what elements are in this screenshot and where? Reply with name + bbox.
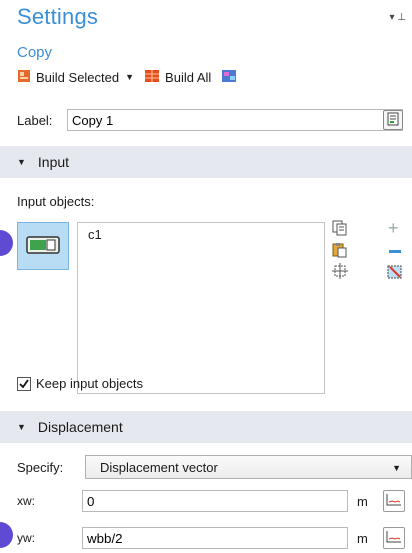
remove-icon[interactable] [389,250,401,253]
yw-label: yw: [17,531,35,545]
panel-title: Settings [17,4,99,29]
paste-selection-icon[interactable] [331,242,349,261]
yw-field[interactable] [82,527,348,549]
add-icon[interactable]: + [388,219,399,237]
input-section-title: Input [37,154,70,170]
yw-plot-button[interactable] [383,527,405,549]
label-field[interactable] [67,109,403,131]
input-objects-list[interactable]: c1 [77,222,325,394]
copy-selection-icon[interactable] [331,220,349,239]
document-icon [386,112,400,129]
build-all-label: Build All [165,69,212,85]
build-all-button[interactable]: Build All [144,69,211,86]
label-caption: Label: [17,113,53,128]
build-all-icon [144,69,160,86]
geometry-view-icon [221,69,237,86]
collapse-icon: ▼ [17,422,26,432]
build-selected-label: Build Selected [36,69,120,85]
plot-icon [386,493,402,510]
keep-input-label: Keep input objects [36,376,143,391]
toggle-selection-icon [26,235,60,258]
build-selected-button[interactable]: Build Selected ▼ [17,69,134,86]
xw-plot-button[interactable] [383,490,405,512]
activate-selection-button[interactable] [17,222,69,270]
keep-input-checkbox[interactable] [17,376,31,391]
clear-selection-icon[interactable] [386,264,404,283]
input-objects-caption: Input objects: [17,194,95,209]
specify-select[interactable]: Displacement vector ▼ [85,455,412,479]
step-marker [0,230,13,256]
plot-icon [386,530,402,547]
list-item[interactable]: c1 [88,227,314,242]
build-selected-dropdown-icon[interactable]: ▼ [125,72,134,82]
xw-label: xw: [17,494,35,508]
xw-unit: m [357,494,368,509]
xw-field[interactable] [82,490,348,512]
dropdown-arrow-icon: ▼ [392,463,401,473]
displacement-section-header[interactable]: ▼ Displacement [0,411,412,443]
keep-input-row: Keep input objects [17,376,143,391]
displacement-section-title: Displacement [37,419,123,435]
collapse-icon: ▼ [17,157,26,167]
yw-unit: m [357,531,368,546]
zoom-to-selection-icon[interactable] [331,263,349,282]
specify-label: Specify: [17,460,64,475]
panel-subtitle: Copy [17,44,53,61]
toolbar: Build Selected ▼ Build All [17,68,247,86]
input-section-header[interactable]: ▼ Input [0,146,412,178]
geometry-view-button[interactable] [221,69,237,86]
build-selected-icon [17,69,31,86]
step-marker [0,522,13,548]
label-reset-button[interactable] [383,110,403,130]
pin-icon[interactable]: ▾ ⊥ [389,12,406,23]
specify-value: Displacement vector [100,459,218,475]
